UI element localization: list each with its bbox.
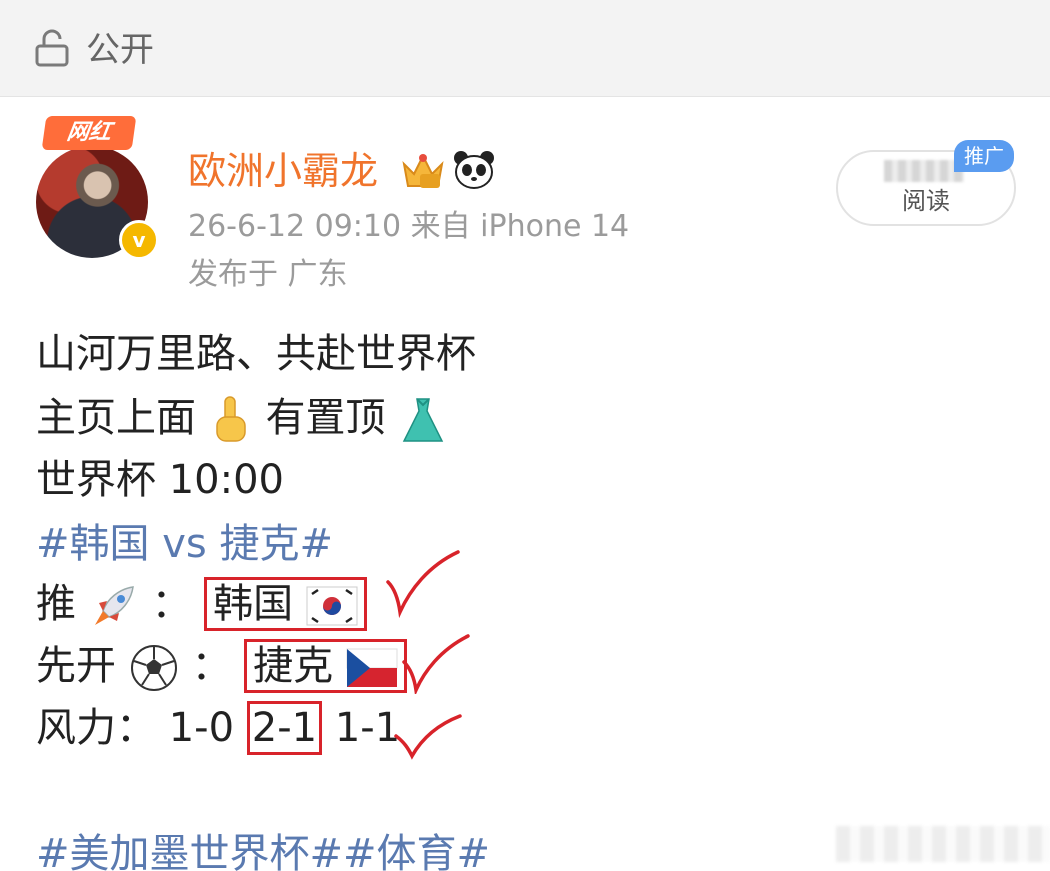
weibo-post-screen: 公开 网红 v 欧洲小霸龙 26-6-12 09:10 来自 iPhone 14… xyxy=(0,0,1050,871)
wind-label: 风力： xyxy=(36,705,156,751)
topic-tags[interactable]: #美加墨世界杯##体育# xyxy=(36,826,490,871)
author-name[interactable]: 欧洲小霸龙 xyxy=(188,148,378,194)
first-label: 先开 xyxy=(36,643,116,689)
pick-line: 推 ： 韩国 xyxy=(36,576,367,632)
first-value: 捷克 xyxy=(253,643,334,689)
pick-sep: ： xyxy=(151,581,192,627)
first-sep: ： xyxy=(191,643,232,689)
post-line: 主页上面 有置顶 xyxy=(36,390,448,446)
visibility-bar[interactable]: 公开 xyxy=(0,0,1050,97)
pick-value-box: 韩国 xyxy=(204,577,367,631)
post-text: 主页上面 xyxy=(36,395,196,441)
dress-icon xyxy=(402,398,444,442)
promo-badge: 推广 xyxy=(954,140,1014,172)
read-count-blurred xyxy=(884,160,964,182)
post-line: 世界杯 10:00 xyxy=(36,457,284,503)
pick-value: 韩国 xyxy=(213,581,294,627)
post-text: 有置顶 xyxy=(265,395,386,441)
read-label: 阅读 xyxy=(902,187,950,215)
korea-flag-icon xyxy=(306,586,358,626)
rocket-icon xyxy=(94,586,134,625)
post-location: 发布于 广东 xyxy=(188,257,348,292)
author-avatar[interactable]: 网红 v xyxy=(36,116,159,260)
first-value-box: 捷克 xyxy=(244,639,407,693)
post-meta: 26-6-12 09:10 来自 iPhone 14 xyxy=(188,209,630,244)
soccer-ball-icon xyxy=(130,645,177,691)
panda-icon xyxy=(454,151,494,189)
pick-label: 推 xyxy=(36,581,76,627)
wind-score: 1-1 xyxy=(334,705,401,751)
wind-score-boxed: 2-1 xyxy=(246,701,323,755)
wind-line: 风力： 1-0 2-1 1-1 xyxy=(36,700,400,756)
wanghong-badge: 网红 xyxy=(41,116,137,150)
pointing-up-icon xyxy=(215,396,246,442)
visibility-label: 公开 xyxy=(86,30,154,70)
lock-icon xyxy=(35,29,69,67)
czech-flag-icon xyxy=(346,648,398,687)
topic-tag[interactable]: #韩国 vs 捷克# xyxy=(36,516,333,572)
crown-icon xyxy=(402,153,444,188)
wind-score: 1-0 xyxy=(168,705,235,751)
verified-icon: v xyxy=(119,220,159,260)
first-line: 先开 ： 捷克 xyxy=(36,638,407,694)
red-check-mark xyxy=(386,550,460,619)
post-line: 山河万里路、共赴世界杯 xyxy=(36,331,476,377)
red-check-mark xyxy=(394,714,462,760)
red-check-mark xyxy=(402,634,470,694)
blurred-overlay xyxy=(836,826,1050,862)
